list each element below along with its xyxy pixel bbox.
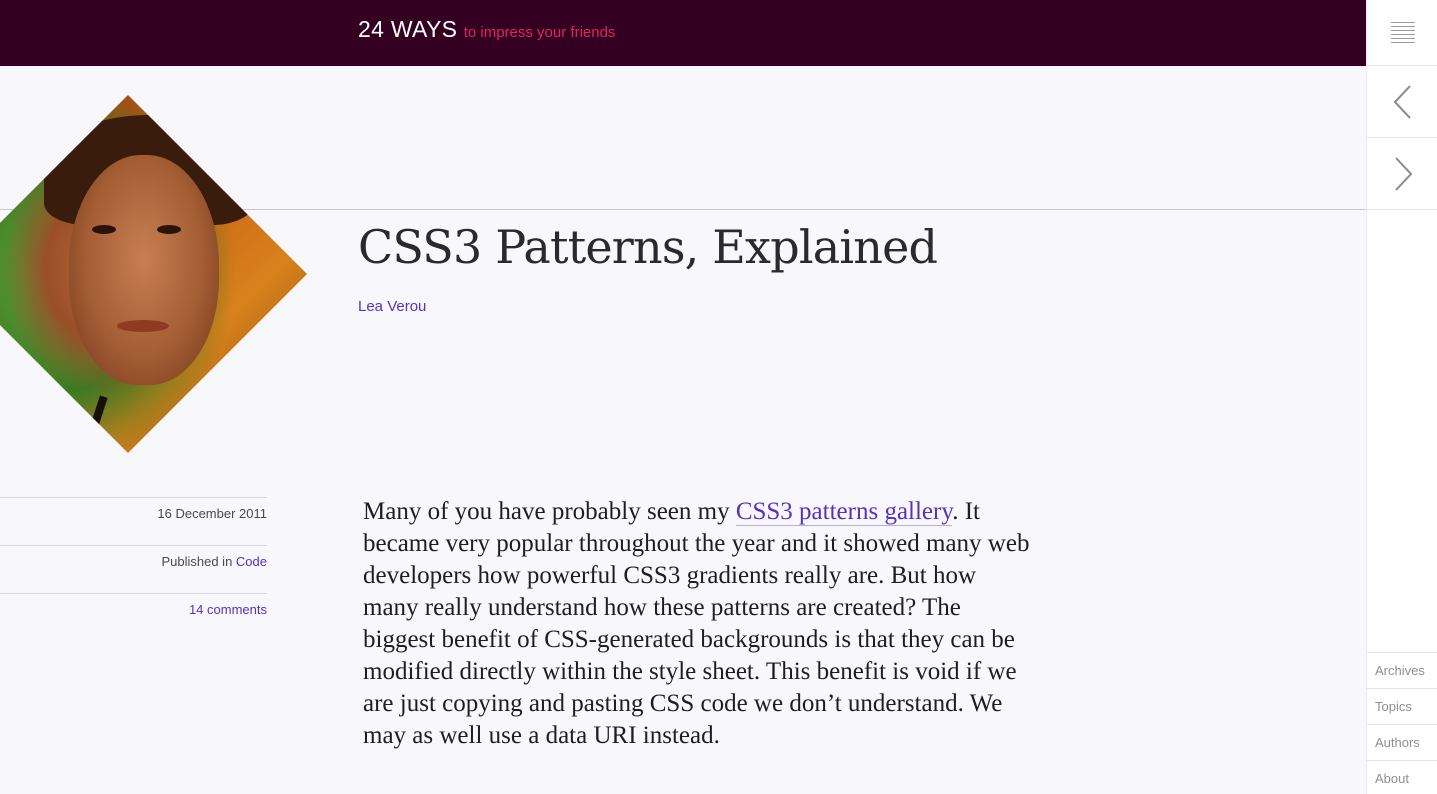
nav-topics[interactable]: Topics <box>1367 688 1437 724</box>
published-prefix: Published in <box>161 554 233 569</box>
side-rail: Archives Topics Authors About <box>1366 0 1437 794</box>
article-comments: 14 comments <box>0 593 267 641</box>
nav-archives[interactable]: Archives <box>1367 652 1437 688</box>
author-photo <box>0 95 307 453</box>
chevron-right-icon <box>1394 156 1412 191</box>
site-name: 24 WAYS <box>358 16 458 42</box>
date-text: 16 December 2011 <box>157 506 267 521</box>
patterns-gallery-link[interactable]: CSS3 patterns gallery <box>735 498 953 526</box>
article-intro: Many of you have probably seen my CSS3 p… <box>363 496 1035 752</box>
comments-link[interactable]: 14 comments <box>189 602 267 617</box>
intro-before: Many of you have probably seen my <box>363 498 736 525</box>
article-category: Published in Code <box>0 545 267 593</box>
footer-nav: Archives Topics Authors About <box>1367 652 1437 794</box>
menu-button[interactable] <box>1367 0 1437 66</box>
category-link[interactable]: Code <box>236 554 267 569</box>
article-title: CSS3 Patterns, Explained <box>358 220 938 274</box>
site-logo-link[interactable]: 24 WAYS to impress your friends <box>358 16 615 43</box>
next-article-button[interactable] <box>1367 138 1437 210</box>
author-link[interactable]: Lea Verou <box>358 298 426 315</box>
chevron-left-icon <box>1393 84 1411 119</box>
menu-icon <box>1390 22 1415 43</box>
previous-article-button[interactable] <box>1367 66 1437 138</box>
site-tagline: to impress your friends <box>463 24 616 41</box>
nav-authors[interactable]: Authors <box>1367 724 1437 760</box>
article-date: 16 December 2011 <box>0 497 267 545</box>
site-header: 24 WAYS to impress your friends <box>0 0 1366 66</box>
nav-about[interactable]: About <box>1367 760 1437 794</box>
intro-after: . It became very popular throughout the … <box>363 498 1030 749</box>
